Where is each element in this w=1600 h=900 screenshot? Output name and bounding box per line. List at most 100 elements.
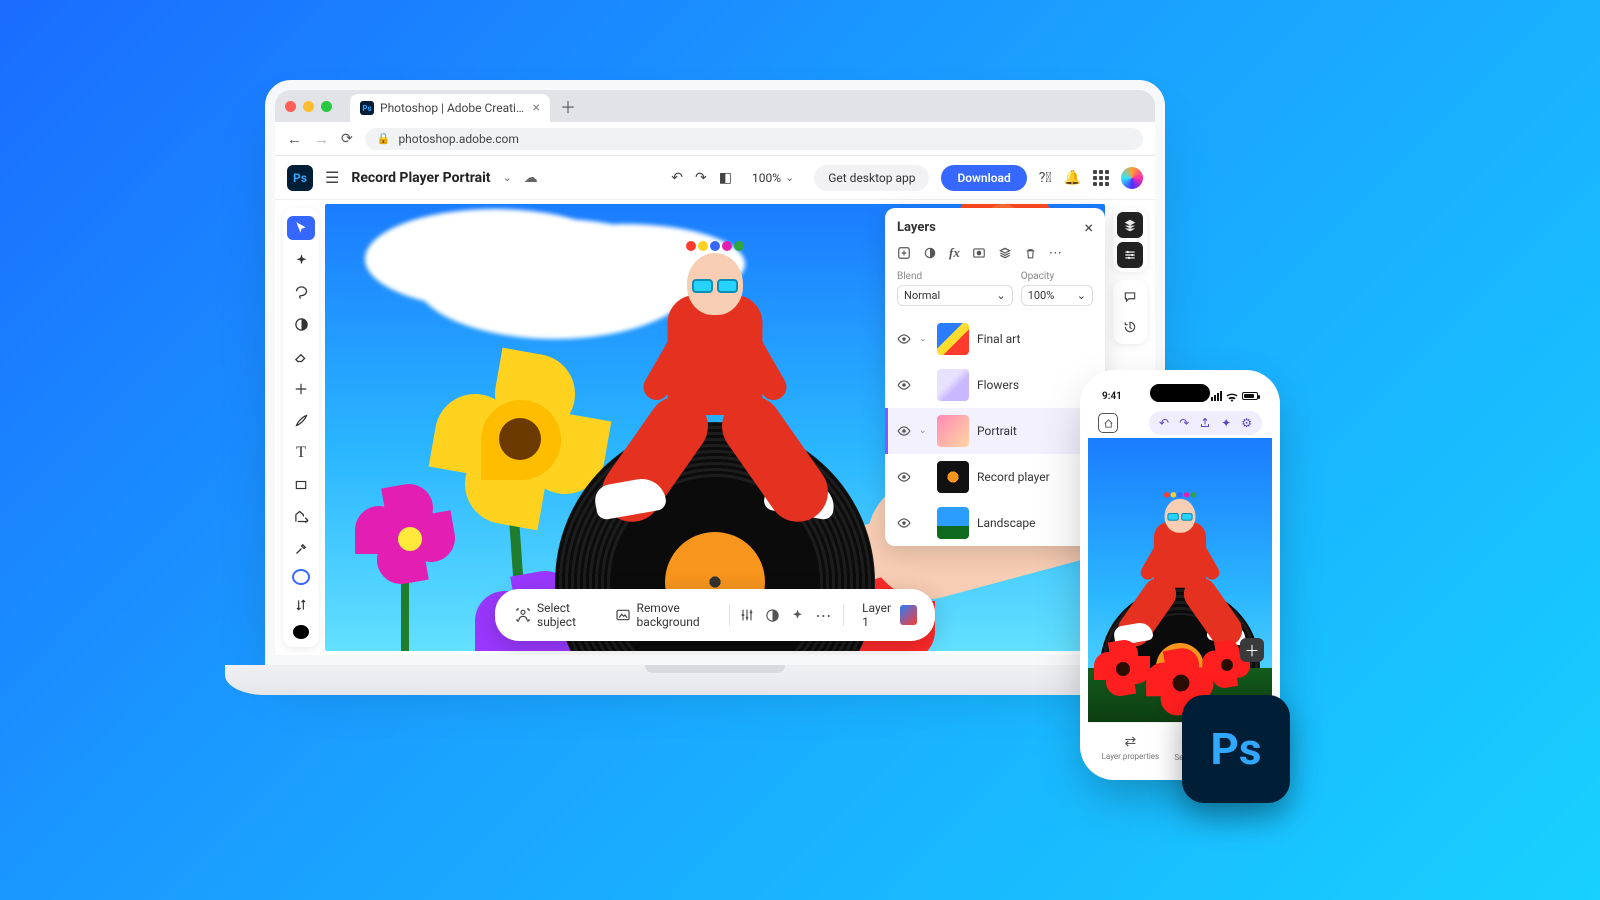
layer-expand-icon[interactable]: ⌄ [919,426,929,436]
tool-brush[interactable] [287,409,315,433]
zoom-control[interactable]: 100% ⌄ [744,167,802,189]
layer-visibility-icon[interactable] [897,516,911,530]
layers-panel[interactable]: Layers × fx ⋯ Blend Normal [885,208,1105,546]
phone-tab-label: Layer properties [1102,752,1160,761]
layer-visibility-icon[interactable] [897,332,911,346]
magenta-flower [355,484,465,594]
app-switcher-icon[interactable] [1093,170,1109,186]
arrange-icon [294,598,308,612]
layer-row[interactable]: ⌄Final art [885,316,1105,362]
tool-shape[interactable] [292,569,310,585]
tool-lasso[interactable] [287,280,315,304]
more-layers-icon[interactable]: ⋯ [1049,246,1064,261]
history-toggle[interactable] [1117,314,1143,340]
ctx-adjust-icon[interactable] [739,607,755,623]
url-field[interactable]: 🔒 photoshop.adobe.com [365,128,1143,150]
document-title[interactable]: Record Player Portrait [351,170,490,186]
tool-crop[interactable] [287,473,315,497]
layers-actions: fx ⋯ [885,241,1105,271]
phone-sparkle-icon[interactable]: ✦ [1221,416,1231,430]
tool-adjust[interactable] [287,312,315,336]
cloud-sync-icon[interactable]: ☁ [524,170,538,186]
new-tab-button[interactable]: ＋ [560,94,576,118]
phone-undo-icon[interactable]: ↶ [1159,416,1169,430]
properties-panel-toggle[interactable] [1117,242,1143,268]
tool-eraser[interactable] [287,344,315,368]
close-tab-icon[interactable]: × [533,101,540,115]
layer-row[interactable]: Landscape [885,500,1105,546]
tool-place-image[interactable] [287,505,315,529]
layer-fx-icon[interactable]: fx [949,245,960,261]
tool-foreground-color[interactable] [293,625,309,639]
hamburger-menu-icon[interactable]: ☰ [325,168,339,187]
tool-text[interactable]: T [287,441,315,465]
layer-row[interactable]: Record player [885,454,1105,500]
panel-layout-icon[interactable]: ◧ [719,170,732,186]
image-place-icon [294,509,309,524]
phone-home-icon[interactable] [1098,413,1118,433]
separator [843,604,844,626]
get-desktop-button[interactable]: Get desktop app [814,165,929,191]
tool-spot-heal[interactable] [287,376,315,400]
delete-layer-icon[interactable] [1024,247,1037,260]
context-taskbar: Select subject Remove background ⋯ Layer… [495,589,935,641]
phone-add-button[interactable]: ＋ [1240,638,1264,662]
phone-tab-layer-properties[interactable]: ⇄Layer properties [1102,734,1160,761]
tool-arrange[interactable] [287,593,315,617]
tool-eyedropper[interactable] [287,537,315,561]
layer-visibility-icon[interactable] [897,424,911,438]
active-layer-chip[interactable]: Layer 1 [854,597,925,633]
select-subject-label: Select subject [537,601,585,629]
rail-group-panels [1113,208,1147,272]
phone-redo-icon[interactable]: ↷ [1179,416,1189,430]
layer-row[interactable]: Flowers [885,362,1105,408]
fullscreen-window-icon[interactable] [321,101,332,112]
download-button[interactable]: Download [941,165,1026,191]
ctx-contrast-icon[interactable] [765,608,780,623]
mask-icon[interactable] [972,246,986,260]
layer-expand-icon[interactable]: ⌄ [919,334,929,344]
redo-icon[interactable]: ↷ [695,170,707,186]
phone-share-icon[interactable] [1199,417,1211,429]
minimize-window-icon[interactable] [303,101,314,112]
separator [729,604,730,626]
nav-forward-icon[interactable]: → [314,130,329,148]
layer-visibility-icon[interactable] [897,378,911,392]
tool-generative[interactable] [287,248,315,272]
blend-mode-select[interactable]: Normal ⌄ [897,285,1013,306]
layer-name: Record player [977,470,1050,484]
adjustment-layer-icon[interactable] [923,246,937,260]
comments-toggle[interactable] [1117,284,1143,310]
laptop-device: Ps Photoshop | Adobe Creative C × ＋ ← → … [265,80,1165,695]
doc-chevron-icon[interactable]: ⌄ [503,171,512,184]
window-traffic-lights[interactable] [285,101,332,112]
add-layer-icon[interactable] [897,246,911,260]
help-icon[interactable]: ?⃝ [1039,170,1052,186]
user-avatar[interactable] [1121,167,1143,189]
workspace: T [275,200,1155,655]
layer-list: ⌄Final artFlowers⌄Portrait Record player L… [885,316,1105,546]
notifications-icon[interactable]: 🔔 [1064,170,1081,186]
ctx-effects-icon[interactable] [790,608,805,623]
nav-back-icon[interactable]: ← [287,130,302,148]
select-subject-button[interactable]: Select subject [505,596,595,634]
undo-icon[interactable]: ↶ [671,170,683,186]
remove-background-button[interactable]: Remove background [605,596,719,634]
opacity-select[interactable]: 100% ⌄ [1021,285,1093,306]
phone-settings-icon[interactable]: ⚙ [1241,416,1252,430]
layer-row[interactable]: ⌄Portrait [885,408,1105,454]
browser-tab[interactable]: Ps Photoshop | Adobe Creative C × [350,94,550,122]
ctx-more-icon[interactable]: ⋯ [815,606,833,625]
group-layers-icon[interactable] [998,246,1012,260]
layer-visibility-icon[interactable] [897,470,911,484]
nav-reload-icon[interactable]: ⟳ [341,131,353,147]
layers-panel-toggle[interactable] [1117,212,1143,238]
phone-person [1122,497,1238,640]
battery-icon [1242,392,1258,400]
close-window-icon[interactable] [285,101,296,112]
tool-move[interactable] [287,216,315,240]
close-panel-icon[interactable]: × [1084,218,1093,237]
phone-canvas[interactable]: ＋ [1088,438,1272,722]
phone-flower [1094,640,1152,698]
photoshop-logo-icon[interactable]: Ps [287,165,313,191]
